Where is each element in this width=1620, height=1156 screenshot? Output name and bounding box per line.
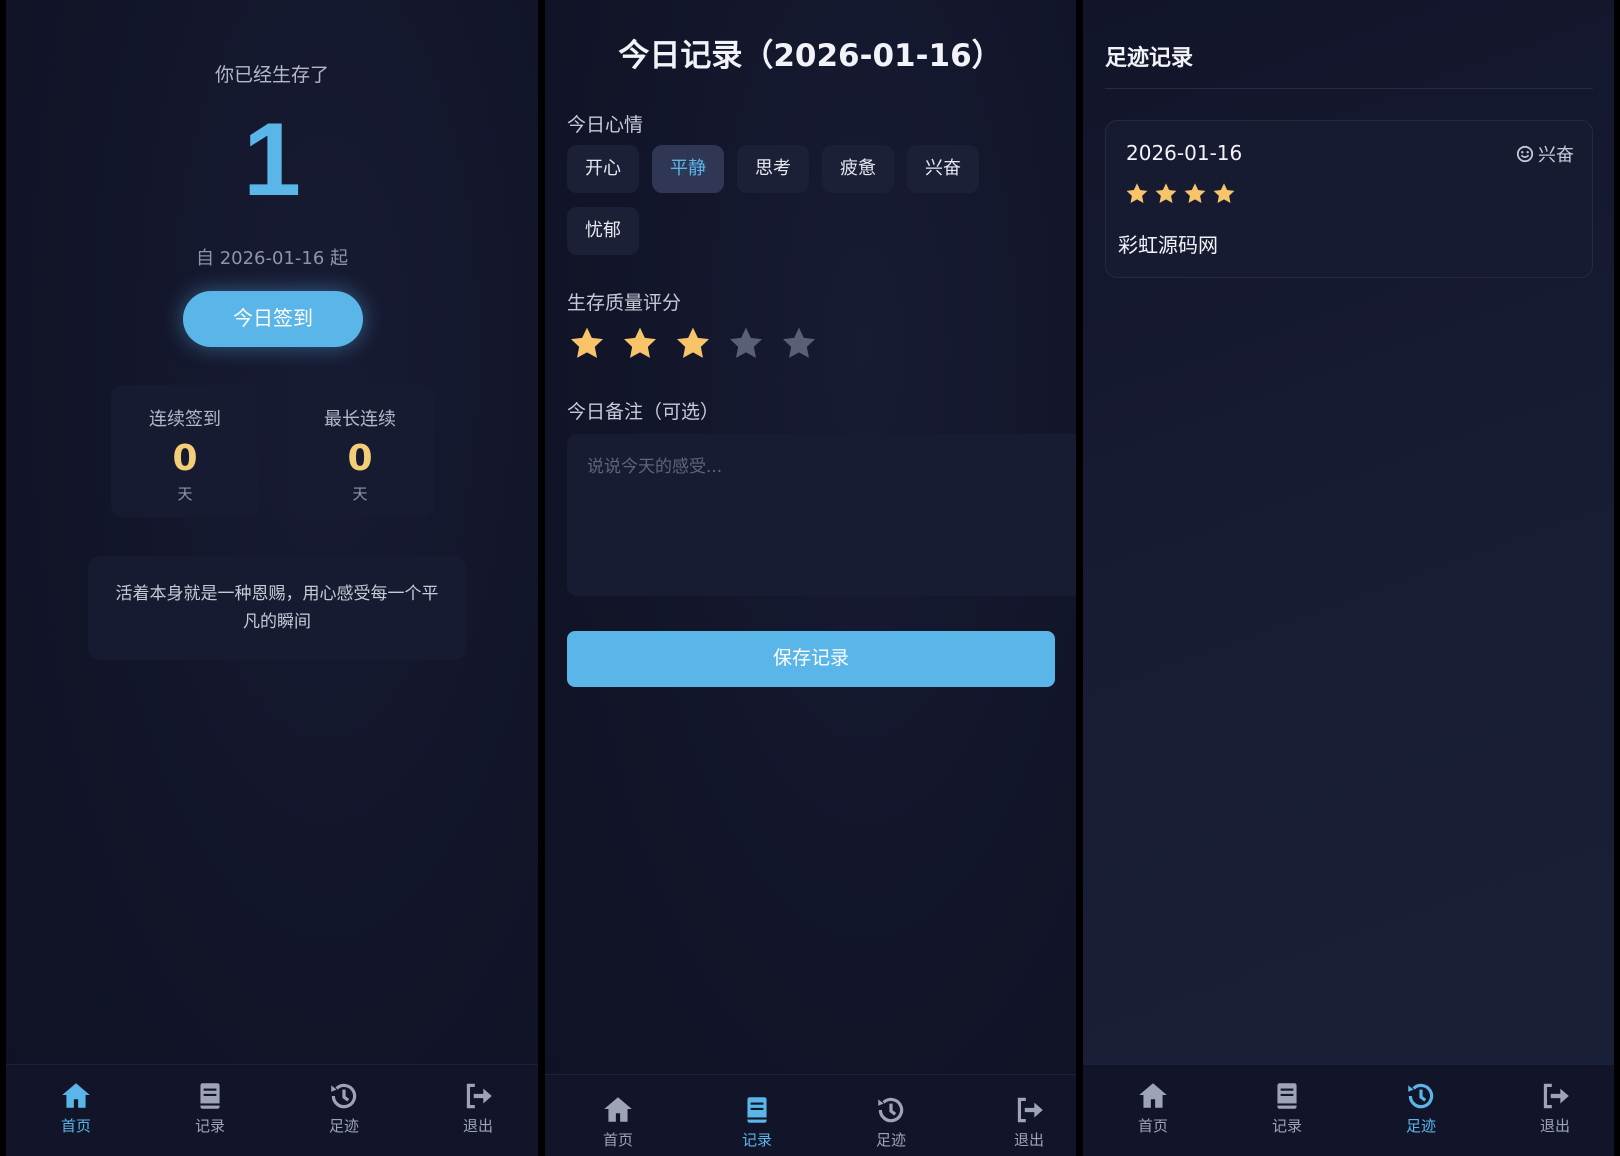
nav-item[interactable]: 首页: [578, 1093, 658, 1150]
star-icon: [1153, 181, 1179, 207]
star-icon[interactable]: [673, 324, 713, 364]
book-icon: [740, 1093, 774, 1127]
home-icon: [1136, 1079, 1170, 1113]
nav-label: 记录: [741, 1131, 772, 1149]
rating-label: 生存质量评分: [567, 292, 682, 314]
mood-option[interactable]: 疲惫: [822, 145, 894, 193]
footprint-card[interactable]: 2026-01-16 兴奋 彩虹源码网: [1105, 120, 1593, 278]
checkin-button[interactable]: 今日签到: [183, 291, 363, 347]
footprints-screen: 足迹记录 2026-01-16 兴奋 彩虹源码网 首页 记录 足迹 退出: [1083, 0, 1614, 1156]
nav-label: 退出: [1539, 1117, 1570, 1135]
nav-label: 足迹: [1405, 1117, 1436, 1135]
star-icon: [1182, 181, 1208, 207]
record-screen: 今日记录（2026-01-16） 今日心情 开心 平静 思考 疲惫 兴奋忧郁 生存质量评…: [545, 0, 1076, 1156]
nav-item[interactable]: 退出: [1515, 1079, 1595, 1136]
nav-label: 记录: [1271, 1117, 1302, 1135]
save-button[interactable]: 保存记录: [567, 631, 1055, 687]
nav-item[interactable]: 首页: [1113, 1079, 1193, 1136]
home-screen: 你已经生存了 1 自 2026-01-16 起 今日签到 连续签到 0 天 最长…: [6, 0, 538, 1156]
streak-card: 连续签到 0 天: [111, 385, 259, 517]
page-title: 今日记录（2026-01-16）: [618, 38, 1003, 74]
nav-label: 足迹: [328, 1117, 359, 1135]
note-textarea[interactable]: [567, 434, 1076, 596]
nav-item[interactable]: 记录: [1247, 1079, 1327, 1136]
longest-unit: 天: [352, 484, 368, 503]
smile-icon: [1516, 145, 1534, 163]
star-icon[interactable]: [567, 324, 607, 364]
nav-item[interactable]: 足迹: [1381, 1079, 1461, 1136]
bottom-nav: 首页 记录 足迹 退出: [1083, 1064, 1614, 1156]
nav-item[interactable]: 首页: [36, 1079, 116, 1136]
since-date: 自 2026-01-16 起: [195, 248, 349, 269]
nav-label: 足迹: [875, 1131, 906, 1149]
book-icon: [1270, 1079, 1304, 1113]
history-icon: [327, 1079, 361, 1113]
streak-value: 0: [172, 438, 198, 479]
mood-option[interactable]: 忧郁: [567, 207, 639, 255]
nav-item[interactable]: 足迹: [851, 1093, 931, 1150]
nav-label: 首页: [602, 1131, 633, 1149]
home-icon: [601, 1093, 635, 1127]
mood-label: 今日心情: [567, 114, 644, 136]
longest-label: 最长连续: [324, 409, 396, 430]
streak-label: 连续签到: [149, 409, 221, 430]
note-label: 今日备注（可选）: [567, 401, 720, 423]
nav-label: 记录: [194, 1117, 225, 1135]
history-icon: [1404, 1079, 1438, 1113]
logout-icon: [1012, 1093, 1046, 1127]
nav-item[interactable]: 记录: [170, 1079, 250, 1136]
nav-label: 首页: [60, 1117, 91, 1135]
page-title: 足迹记录: [1105, 46, 1194, 71]
entry-note: 彩虹源码网: [1118, 233, 1218, 257]
divider: [1105, 88, 1593, 89]
star-icon: [1211, 181, 1237, 207]
longest-value: 0: [347, 438, 373, 479]
nav-label: 退出: [1013, 1131, 1044, 1149]
logout-icon: [461, 1079, 495, 1113]
entry-date: 2026-01-16: [1126, 141, 1243, 165]
quote-text: 活着本身就是一种恩赐，用心感受每一个平凡的瞬间: [88, 556, 466, 660]
nav-item[interactable]: 退出: [989, 1093, 1069, 1150]
nav-item[interactable]: 记录: [717, 1093, 797, 1150]
logout-icon: [1538, 1079, 1572, 1113]
star-icon[interactable]: [779, 324, 819, 364]
mood-option[interactable]: 思考: [737, 145, 809, 193]
nav-label: 首页: [1137, 1117, 1168, 1135]
survive-label: 你已经生存了: [214, 64, 329, 86]
streak-unit: 天: [177, 484, 193, 503]
home-icon: [59, 1079, 93, 1113]
mood-option[interactable]: 开心: [567, 145, 639, 193]
history-icon: [874, 1093, 908, 1127]
longest-streak-card: 最长连续 0 天: [286, 385, 434, 517]
star-icon[interactable]: [620, 324, 660, 364]
mood-option[interactable]: 平静: [652, 145, 724, 193]
survival-days-count: 1: [243, 102, 301, 218]
bottom-nav: 首页 记录 足迹 退出: [545, 1074, 1076, 1156]
entry-mood-label: 兴奋: [1538, 145, 1574, 166]
nav-item[interactable]: 足迹: [304, 1079, 384, 1136]
mood-option[interactable]: 兴奋: [907, 145, 979, 193]
nav-label: 退出: [462, 1117, 493, 1135]
book-icon: [193, 1079, 227, 1113]
star-icon[interactable]: [726, 324, 766, 364]
nav-item[interactable]: 退出: [438, 1079, 518, 1136]
star-icon: [1124, 181, 1150, 207]
bottom-nav: 首页 记录 足迹 退出: [6, 1064, 538, 1156]
entry-mood: 兴奋: [1516, 141, 1574, 167]
